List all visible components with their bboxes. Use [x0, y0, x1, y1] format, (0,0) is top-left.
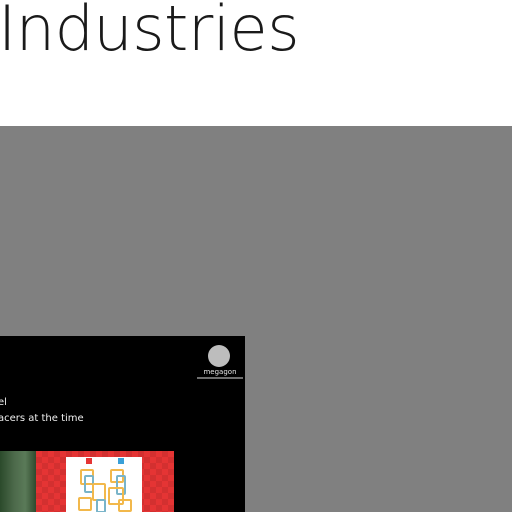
- caption-line-2: acers at the time: [0, 413, 84, 424]
- video-frame-green: [0, 451, 36, 512]
- megagon-logo-icon: [208, 345, 230, 367]
- logo-tagline-bar: [197, 377, 243, 379]
- maze-path: [118, 499, 132, 512]
- page-header: Industries: [0, 0, 512, 126]
- video-thumbnail[interactable]: megagon el acers at the time: [0, 336, 245, 512]
- maze-path: [78, 497, 92, 511]
- red-marker-icon: [86, 458, 92, 464]
- maze-path: [96, 499, 106, 512]
- maze-panel: [66, 457, 142, 512]
- blue-marker-icon: [118, 458, 124, 464]
- video-embed-area[interactable]: megagon el acers at the time: [0, 126, 512, 512]
- page-title: Industries: [0, 0, 300, 65]
- caption-line-1: el: [0, 397, 7, 408]
- logo-label: megagon: [203, 368, 237, 376]
